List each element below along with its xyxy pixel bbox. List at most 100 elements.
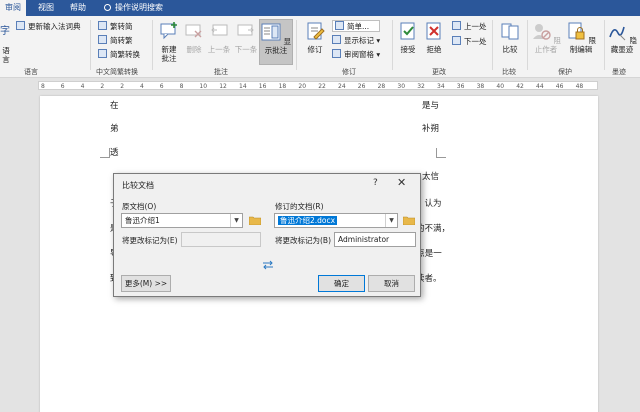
ruler-number: 48 xyxy=(575,83,584,90)
reviewing-pane-icon xyxy=(332,49,341,58)
delete-comment-button[interactable]: 删除 xyxy=(183,21,205,54)
chevron-down-icon: ▾ xyxy=(374,50,381,59)
tab-review[interactable]: 审阅 xyxy=(0,0,26,16)
revised-document-select[interactable]: 鲁迅介绍2.docx ▼ xyxy=(274,213,398,228)
group-tracking-label: 修订 xyxy=(342,68,356,76)
ruler-number: 26 xyxy=(357,83,366,90)
ruler-number: 36 xyxy=(456,83,465,90)
ruler-number: 12 xyxy=(219,83,227,90)
new-comment-button[interactable]: 新建 批注 xyxy=(156,21,182,63)
next-change-button[interactable]: 下一处 xyxy=(452,36,487,48)
new-comment-icon xyxy=(160,22,177,40)
show-comments-icon xyxy=(261,23,281,41)
ruler-number: 18 xyxy=(278,83,287,90)
track-changes-button[interactable]: 修订 xyxy=(302,21,328,54)
revised-changes-label: 将更改标记为(B) xyxy=(275,236,331,245)
hide-ink-button[interactable]: 隐藏墨迹 xyxy=(606,21,638,54)
group-ink-label: 墨迹 xyxy=(612,68,626,76)
reviewing-pane-button[interactable]: 审阅窗格 ▾ xyxy=(332,49,380,61)
next-label: 下一条 xyxy=(234,45,258,54)
show-markup-icon xyxy=(332,35,341,44)
group-separator xyxy=(296,20,297,70)
horizontal-ruler[interactable]: 8 6 4 2 2 4 6 8 10 12 14 16 18 20 22 24 26 28 30 32 34 36 38 40… xyxy=(0,79,640,91)
previous-change-button[interactable]: 上一处 xyxy=(452,21,487,33)
ribbon: 字 语言 更新输入法词典 语言 繁转简 简转繁 简繁转换 中文简繁转换 新建 批… xyxy=(0,16,640,78)
chevron-down-icon: ▾ xyxy=(374,36,381,45)
to-simplified-label: 繁转简 xyxy=(110,22,133,31)
show-markup-button[interactable]: 显示标记 ▾ xyxy=(332,35,380,47)
to-traditional-label: 简转繁 xyxy=(110,36,133,45)
close-button[interactable]: ✕ xyxy=(397,176,406,189)
swap-documents-icon[interactable] xyxy=(262,260,274,270)
crop-mark xyxy=(100,148,110,158)
ruler-number: 44 xyxy=(536,83,544,90)
ok-button[interactable]: 确定 xyxy=(318,275,365,292)
tab-help[interactable]: 帮助 xyxy=(70,0,86,16)
document-line-fragment: 弟 xyxy=(110,124,119,134)
ruler-number: 10 xyxy=(199,83,208,90)
accept-label: 接受 xyxy=(400,45,416,54)
ruler-number: 42 xyxy=(516,83,524,90)
group-separator xyxy=(152,20,153,70)
compare-button-label: 比较 xyxy=(502,45,518,54)
tell-me-search[interactable]: 操作说明搜索 xyxy=(104,0,163,16)
reject-label: 拒绝 xyxy=(426,45,442,54)
conversion-label: 简繁转换 xyxy=(110,50,140,59)
group-separator xyxy=(492,20,493,70)
reject-button[interactable]: 拒绝 xyxy=(422,21,446,54)
ruler-number: 20 xyxy=(298,83,307,90)
group-chinese-conversion-label: 中文简繁转换 xyxy=(96,68,138,76)
group-protect-label: 保护 xyxy=(558,68,572,76)
accept-icon xyxy=(400,22,415,40)
compare-button[interactable]: 比较 xyxy=(498,21,522,54)
delete-label: 删除 xyxy=(186,45,202,54)
compare-icon xyxy=(501,23,519,40)
folder-icon[interactable] xyxy=(403,215,415,225)
track-changes-icon xyxy=(307,22,325,40)
group-separator xyxy=(604,20,605,70)
to-simplified-button[interactable]: 繁转简 xyxy=(98,21,133,33)
ruler-number: 40 xyxy=(496,83,505,90)
ruler-number: 6 xyxy=(60,83,65,90)
cancel-button[interactable]: 取消 xyxy=(368,275,415,292)
revised-changes-field[interactable]: Administrator xyxy=(334,232,416,247)
to-traditional-button[interactable]: 简转繁 xyxy=(98,35,133,47)
folder-icon[interactable] xyxy=(249,215,261,225)
markup-mode-select[interactable]: 简单... xyxy=(332,20,380,32)
original-changes-field[interactable] xyxy=(181,232,261,247)
show-comments-button[interactable]: 显示批注 xyxy=(259,19,293,65)
next-comment-button[interactable]: 下一条 xyxy=(233,21,259,54)
more-button[interactable]: 更多(M) >> xyxy=(121,275,171,292)
help-button[interactable]: ? xyxy=(373,178,378,188)
crop-mark xyxy=(436,148,446,158)
ruler-number: 30 xyxy=(397,83,406,90)
ruler-number: 4 xyxy=(80,83,85,90)
update-ime-dictionary-label: 更新输入法词典 xyxy=(28,22,81,31)
tab-view[interactable]: 视图 xyxy=(38,0,54,16)
svg-text:字: 字 xyxy=(0,24,10,37)
accept-button[interactable]: 接受 xyxy=(396,21,420,54)
group-compare-label: 比较 xyxy=(502,68,516,76)
language-button[interactable]: 字 语言 xyxy=(0,22,12,64)
restrict-editing-button[interactable]: 限制编辑 xyxy=(564,21,598,54)
ruler-number: 6 xyxy=(159,83,164,90)
reviewing-pane-label: 审阅窗格 xyxy=(344,50,374,59)
block-authors-button[interactable]: 阻止作者 xyxy=(530,21,562,54)
original-document-select[interactable]: 鲁迅介绍1 ▼ xyxy=(121,213,243,228)
show-markup-label: 显示标记 xyxy=(344,36,374,45)
simplified-traditional-conversion-button[interactable]: 简繁转换 xyxy=(98,49,140,61)
ruler-number: 14 xyxy=(239,83,247,90)
revised-document-value: 鲁迅介绍2.docx xyxy=(278,216,338,225)
original-document-value: 鲁迅介绍1 xyxy=(125,216,160,225)
ruler-number: 24 xyxy=(338,83,346,90)
previous-comment-button[interactable]: 上一条 xyxy=(206,21,232,54)
ruler-number: 38 xyxy=(476,83,485,90)
previous-change-icon xyxy=(452,21,461,30)
new-comment-label: 新建 批注 xyxy=(161,45,177,63)
next-comment-icon xyxy=(237,24,254,36)
revised-document-label: 修订的文档(R) xyxy=(275,202,324,211)
dialog-title: 比较文档 xyxy=(122,181,154,190)
previous-comment-icon xyxy=(211,24,228,36)
update-ime-dictionary-button[interactable]: 更新输入法词典 xyxy=(16,21,81,33)
document-line-fragment: 透 xyxy=(110,148,119,158)
